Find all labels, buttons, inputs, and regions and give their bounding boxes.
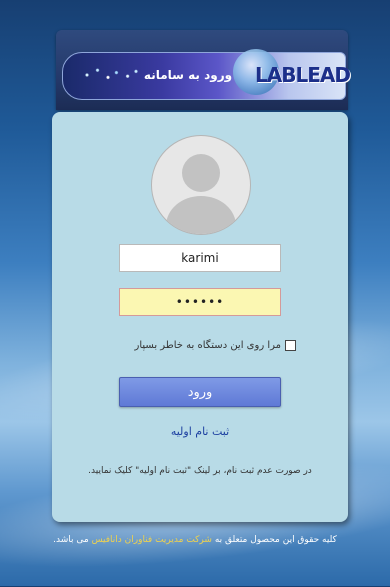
remember-checkbox[interactable] [285,340,296,351]
avatar-body [166,196,236,234]
login-panel: مرا روی این دستگاه به خاطر بسپار ورود ثب… [52,112,348,522]
username-input[interactable] [119,244,281,272]
stars-decoration-icon [73,63,143,87]
banner-title: ورود به سامانه [143,68,233,82]
banner-bar: ورود به سامانه LABLEAD [62,49,351,100]
footer-suffix: می باشد. [53,535,92,545]
copyright-footer: کلیه حقوق این محصول متعلق به شرکت مدیریت… [0,535,390,545]
login-button[interactable]: ورود [119,377,281,407]
lablead-logo: LABLEAD [233,49,351,99]
company-link[interactable]: شرکت مدیریت فناوران دانافیس [92,535,212,545]
password-input[interactable] [119,288,281,316]
user-avatar-icon [151,135,251,235]
footer-prefix: کلیه حقوق این محصول متعلق به [211,535,337,545]
remember-label: مرا روی این دستگاه به خاطر بسپار [134,340,282,351]
avatar-head [182,154,220,192]
register-note: در صورت عدم ثبت نام، بر لینک "ثبت نام او… [88,466,312,476]
remember-me[interactable]: مرا روی این دستگاه به خاطر بسپار [134,340,296,351]
register-link[interactable]: ثبت نام اولیه [52,425,348,438]
header-banner: ورود به سامانه LABLEAD [56,30,351,110]
logo-text: LABLEAD [255,63,351,87]
